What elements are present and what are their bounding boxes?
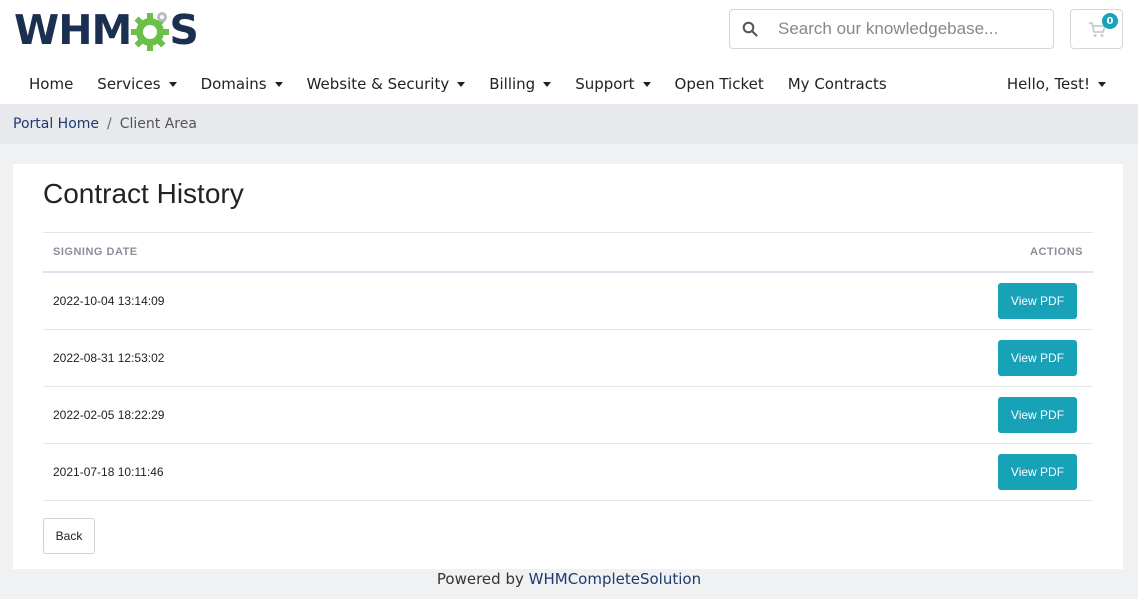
breadcrumb-current: Client Area xyxy=(119,116,197,132)
caret-down-icon xyxy=(543,81,552,87)
cart-button[interactable]: 0 xyxy=(1070,9,1123,49)
cart-count-badge: 0 xyxy=(1102,13,1118,29)
table-header: SIGNING DATE ACTIONS xyxy=(43,232,1093,273)
nav-label: Website & Security xyxy=(306,75,450,93)
nav-label: Services xyxy=(97,75,161,93)
nav-label: Billing xyxy=(489,75,536,93)
nav-label: Support xyxy=(575,75,635,93)
caret-down-icon xyxy=(457,81,466,87)
gear-icon xyxy=(131,12,170,51)
knowledgebase-search xyxy=(729,9,1054,49)
nav-label: Home xyxy=(29,75,74,93)
nav-item-domains[interactable]: Domains xyxy=(189,75,295,93)
contract-history-table: SIGNING DATE ACTIONS 2022-10-04 13:14:09… xyxy=(43,232,1093,501)
breadcrumb: Portal Home / Client Area xyxy=(0,104,1138,144)
logo-text-suffix: S xyxy=(169,6,199,54)
caret-down-icon xyxy=(1098,81,1106,87)
nav-label: Open Ticket xyxy=(674,75,764,93)
signing-date-cell: 2022-08-31 12:53:02 xyxy=(53,351,165,365)
search-input[interactable] xyxy=(778,19,1048,39)
search-icon xyxy=(730,10,770,48)
column-header-actions: ACTIONS xyxy=(1030,246,1083,258)
caret-down-icon xyxy=(642,81,651,87)
table-row: 2022-02-05 18:22:29 View PDF xyxy=(43,387,1093,444)
nav-label: Domains xyxy=(200,75,267,93)
signing-date-cell: 2022-02-05 18:22:29 xyxy=(53,408,165,422)
nav-label: My Contracts xyxy=(787,75,887,93)
page-title: Contract History xyxy=(43,178,244,209)
signing-date-cell: 2021-07-18 10:11:46 xyxy=(53,465,164,479)
footer-prefix: Powered by xyxy=(436,570,524,588)
nav-item-support[interactable]: Support xyxy=(563,75,662,93)
site-header: WHM S Search our knowledgebase... 0 Home… xyxy=(0,0,1138,104)
caret-down-icon xyxy=(168,81,177,87)
table-row: 2022-08-31 12:53:02 View PDF xyxy=(43,330,1093,387)
footer-whmcs-link[interactable]: WHMCompleteSolution xyxy=(529,570,701,588)
breadcrumb-portal-home[interactable]: Portal Home xyxy=(13,116,99,132)
column-header-signing-date: SIGNING DATE xyxy=(53,246,138,258)
breadcrumb-separator: / xyxy=(107,116,112,132)
view-pdf-button[interactable]: View PDF xyxy=(998,454,1077,490)
nav-item-my-contracts[interactable]: My Contracts xyxy=(776,75,899,93)
nav-item-billing[interactable]: Billing xyxy=(477,75,563,93)
table-row: 2022-10-04 13:14:09 View PDF xyxy=(43,273,1093,330)
user-menu[interactable]: Hello, Test! xyxy=(1007,66,1106,102)
table-row: 2021-07-18 10:11:46 View PDF xyxy=(43,444,1093,501)
view-pdf-button[interactable]: View PDF xyxy=(998,283,1077,319)
nav-item-home[interactable]: Home xyxy=(17,75,85,93)
signing-date-cell: 2022-10-04 13:14:09 xyxy=(53,294,165,308)
nav-item-services[interactable]: Services xyxy=(85,75,188,93)
back-button[interactable]: Back xyxy=(43,518,95,554)
user-greeting: Hello, Test! xyxy=(1006,75,1090,93)
page-footer: Powered by WHMCompleteSolution xyxy=(0,570,1138,588)
contract-history-card: Contract History SIGNING DATE ACTIONS 20… xyxy=(13,164,1123,569)
view-pdf-button[interactable]: View PDF xyxy=(998,397,1077,433)
view-pdf-button[interactable]: View PDF xyxy=(998,340,1077,376)
caret-down-icon xyxy=(274,81,283,87)
whmcs-logo[interactable]: WHM S xyxy=(14,8,199,52)
main-nav: Home Services Domains Website & Security… xyxy=(17,66,899,102)
nav-item-website-security[interactable]: Website & Security xyxy=(295,75,478,93)
logo-text: WHM xyxy=(14,6,132,54)
nav-item-open-ticket[interactable]: Open Ticket xyxy=(663,75,776,93)
